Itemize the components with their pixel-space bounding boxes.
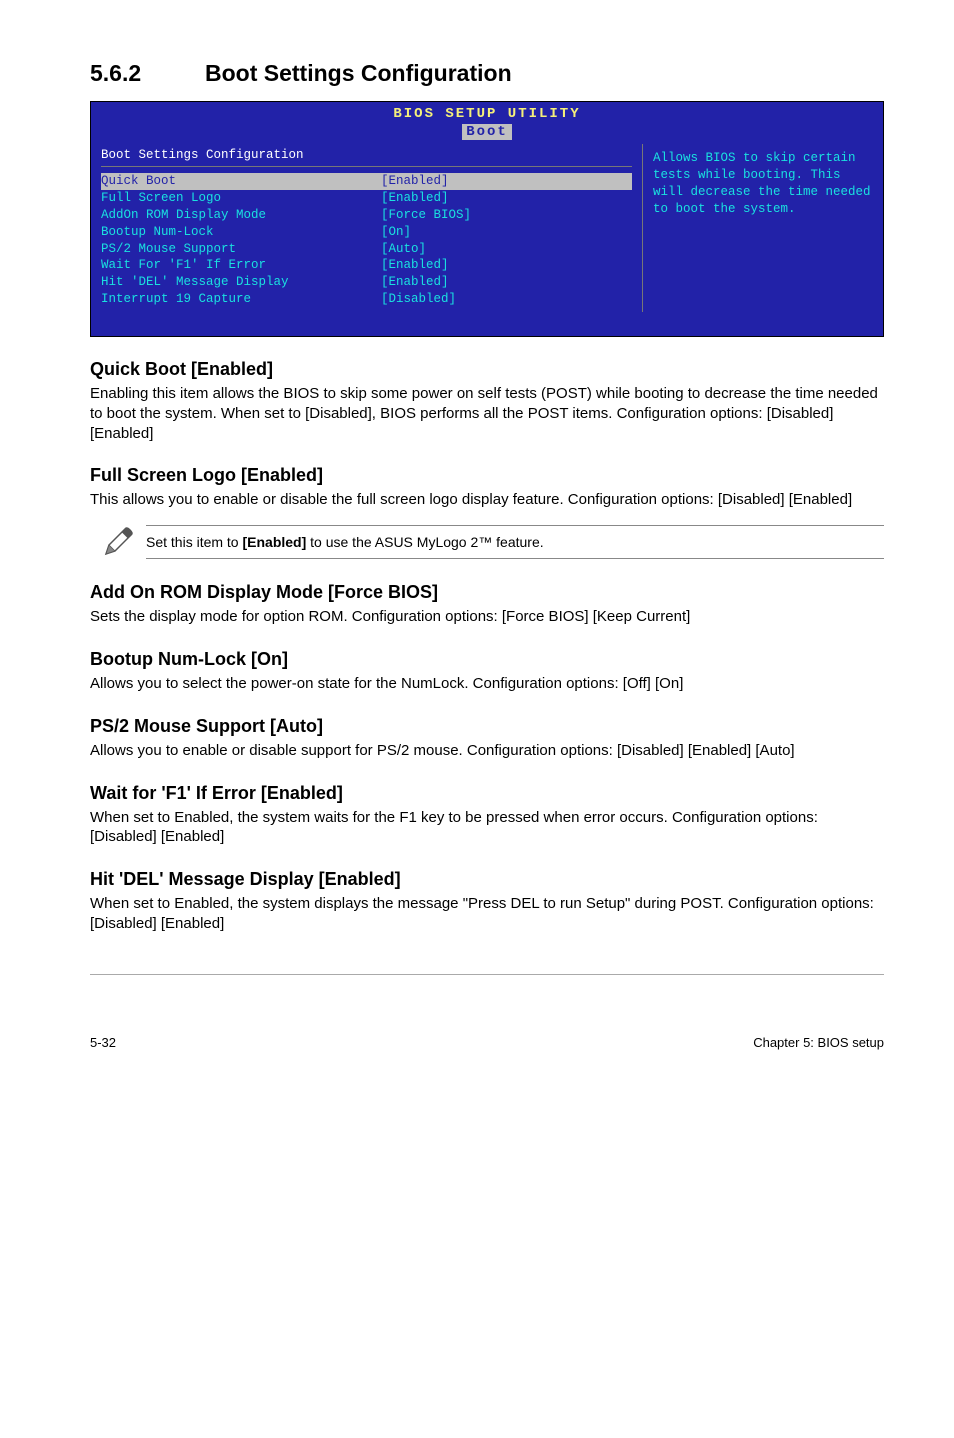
- bios-row-value: [Disabled]: [381, 291, 632, 308]
- note-prefix: Set this item to: [146, 534, 242, 550]
- subheading-ps2: PS/2 Mouse Support [Auto]: [90, 716, 884, 737]
- bios-row-value: [Auto]: [381, 241, 632, 258]
- bios-title: BIOS SETUP UTILITY: [393, 106, 580, 122]
- bios-row-value: [Enabled]: [381, 274, 632, 291]
- bios-row-value: [Force BIOS]: [381, 207, 632, 224]
- note-block: Set this item to [Enabled] to use the AS…: [90, 524, 884, 560]
- bios-row-label: Hit 'DEL' Message Display: [101, 274, 381, 291]
- page-footer: 5-32 Chapter 5: BIOS setup: [0, 975, 954, 1080]
- footer-page-number: 5-32: [90, 1035, 116, 1050]
- section-heading: 5.6.2Boot Settings Configuration: [90, 60, 884, 87]
- bios-row: Interrupt 19 Capture[Disabled]: [101, 291, 632, 308]
- subheading-addon: Add On ROM Display Mode [Force BIOS]: [90, 582, 884, 603]
- pencil-icon: [90, 524, 146, 560]
- subheading-numlock: Bootup Num-Lock [On]: [90, 649, 884, 670]
- bios-row-label: Interrupt 19 Capture: [101, 291, 381, 308]
- subheading-waitf1: Wait for 'F1' If Error [Enabled]: [90, 783, 884, 804]
- bios-row-label: Wait For 'F1' If Error: [101, 257, 381, 274]
- section-title: Boot Settings Configuration: [205, 60, 512, 86]
- bios-row: Bootup Num-Lock[On]: [101, 224, 632, 241]
- subheading-quickboot: Quick Boot [Enabled]: [90, 359, 884, 380]
- bios-active-tab: Boot: [462, 124, 512, 140]
- bios-title-bar: BIOS SETUP UTILITY Boot: [91, 102, 883, 140]
- bios-row-label: Bootup Num-Lock: [101, 224, 381, 241]
- bios-row-label: Full Screen Logo: [101, 190, 381, 207]
- para-ps2: Allows you to enable or disable support …: [90, 741, 884, 761]
- note-suffix: to use the ASUS MyLogo 2™ feature.: [306, 534, 543, 550]
- bios-row-value: [On]: [381, 224, 632, 241]
- subheading-hitdel: Hit 'DEL' Message Display [Enabled]: [90, 869, 884, 890]
- bios-row: Quick Boot[Enabled]: [101, 173, 632, 190]
- para-quickboot: Enabling this item allows the BIOS to sk…: [90, 384, 884, 443]
- bios-row: Full Screen Logo[Enabled]: [101, 190, 632, 207]
- bios-panel-title: Boot Settings Configuration: [101, 146, 632, 167]
- bios-row: Hit 'DEL' Message Display[Enabled]: [101, 274, 632, 291]
- footer-chapter-label: Chapter 5: BIOS setup: [753, 1035, 884, 1050]
- bios-row: Wait For 'F1' If Error[Enabled]: [101, 257, 632, 274]
- subheading-fullscreen: Full Screen Logo [Enabled]: [90, 465, 884, 486]
- para-waitf1: When set to Enabled, the system waits fo…: [90, 808, 884, 848]
- bios-row-label: Quick Boot: [101, 173, 381, 190]
- bios-screenshot: BIOS SETUP UTILITY Boot Boot Settings Co…: [90, 101, 884, 337]
- bios-row: PS/2 Mouse Support[Auto]: [101, 241, 632, 258]
- bios-row-value: [Enabled]: [381, 173, 632, 190]
- section-number: 5.6.2: [90, 60, 205, 87]
- bios-row-label: PS/2 Mouse Support: [101, 241, 381, 258]
- bios-row-value: [Enabled]: [381, 257, 632, 274]
- para-fullscreen: This allows you to enable or disable the…: [90, 490, 884, 510]
- note-bold: [Enabled]: [242, 534, 306, 550]
- bios-row-label: AddOn ROM Display Mode: [101, 207, 381, 224]
- para-numlock: Allows you to select the power-on state …: [90, 674, 884, 694]
- note-text: Set this item to [Enabled] to use the AS…: [146, 525, 884, 559]
- para-addon: Sets the display mode for option ROM. Co…: [90, 607, 884, 627]
- bios-left-panel: Boot Settings Configuration Quick Boot[E…: [91, 144, 643, 312]
- para-hitdel: When set to Enabled, the system displays…: [90, 894, 884, 934]
- bios-bottom-curve: [91, 310, 883, 336]
- bios-row-value: [Enabled]: [381, 190, 632, 207]
- bios-help-panel: Allows BIOS to skip certain tests while …: [643, 144, 883, 312]
- bios-row: AddOn ROM Display Mode[Force BIOS]: [101, 207, 632, 224]
